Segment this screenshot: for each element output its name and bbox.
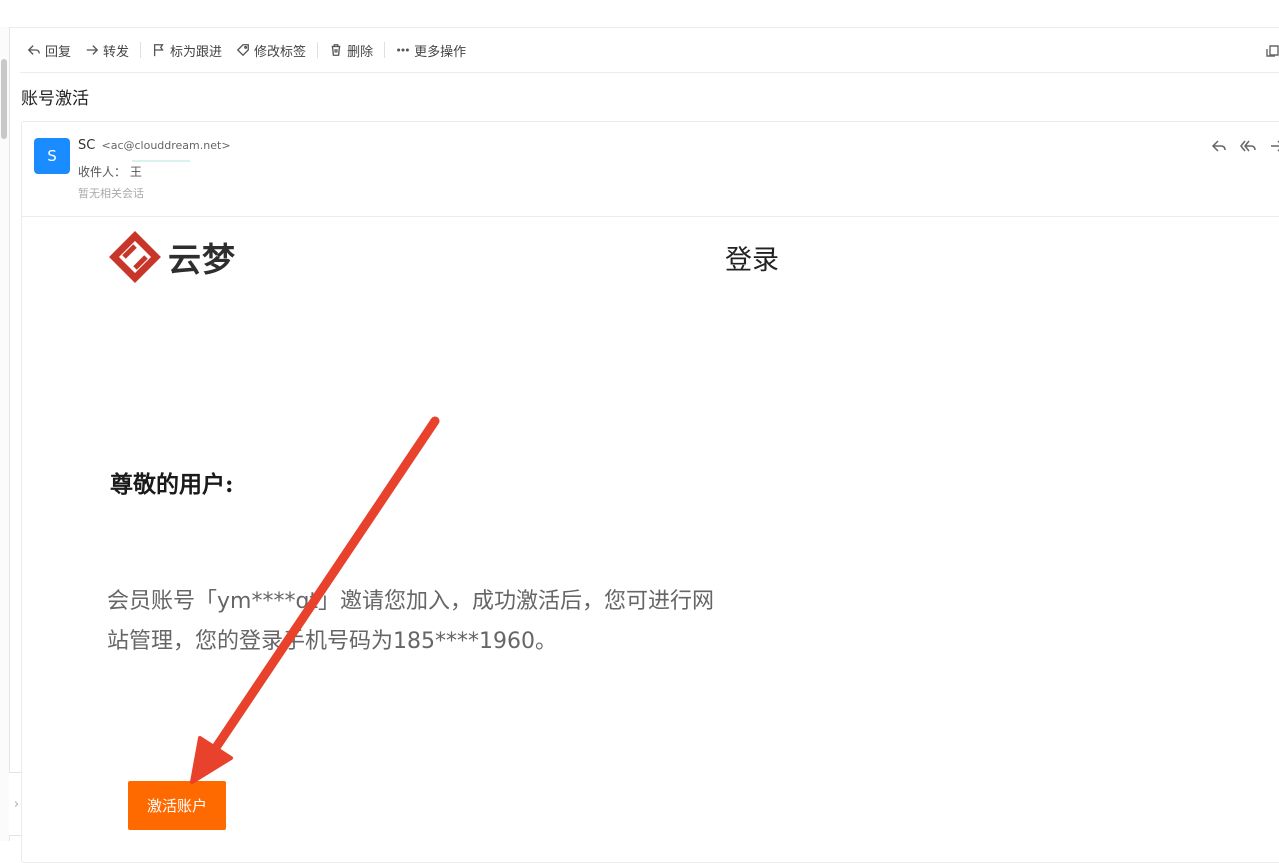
- reply-label: 回复: [45, 41, 71, 60]
- more-actions-button[interactable]: 更多操作: [389, 38, 473, 62]
- forward-action[interactable]: [1268, 137, 1279, 154]
- forward-button[interactable]: 转发: [78, 38, 136, 62]
- clouddream-logo-icon: [108, 230, 162, 284]
- delete-label: 删除: [347, 41, 373, 60]
- tag-icon: [236, 43, 250, 57]
- mail-toolbar: 回复 转发 标为跟进 修改标签 删除 更多操作: [20, 34, 473, 66]
- reply-button[interactable]: 回复: [20, 38, 78, 62]
- invitation-line-2: 站管理，您的登录手机号码为185****1960。: [107, 622, 777, 662]
- chevron-right-icon: ›: [14, 797, 19, 812]
- more-icon: [396, 43, 410, 57]
- edit-tags-button[interactable]: 修改标签: [229, 38, 313, 62]
- toolbar-divider: [140, 42, 141, 58]
- reply-icon: [27, 43, 41, 57]
- forward-icon: [85, 43, 99, 57]
- toolbar-divider: [317, 42, 318, 58]
- left-scroll-rail[interactable]: [0, 27, 10, 841]
- recipient-highlight: [132, 160, 190, 162]
- sender-address[interactable]: <ac@clouddream.net>: [101, 139, 230, 152]
- mail-subject: 账号激活: [21, 84, 89, 109]
- recipient-line: 收件人： 王: [78, 163, 142, 180]
- brand-logo: 云梦: [108, 230, 236, 284]
- toolbar-divider: [384, 42, 385, 58]
- trash-icon: [329, 43, 343, 57]
- invitation-message: 会员账号「ym****qt」邀请您加入，成功激活后，您可进行网 站管理，您的登录…: [107, 582, 777, 662]
- toolbar-divider-line: [20, 72, 1279, 73]
- sender-name[interactable]: SC: [78, 138, 95, 153]
- flag-icon: [152, 43, 166, 57]
- popout-button[interactable]: [1266, 42, 1279, 56]
- forward-label: 转发: [103, 41, 129, 60]
- reply-icon: [1211, 138, 1227, 154]
- related-conversations: 暂无相关会话: [78, 185, 144, 201]
- reply-all-icon: [1240, 138, 1256, 154]
- edit-tags-label: 修改标签: [254, 41, 306, 60]
- popout-icon: [1266, 43, 1279, 57]
- delete-button[interactable]: 删除: [322, 38, 380, 62]
- recipient-label: 收件人：: [78, 165, 126, 179]
- header-divider: [22, 216, 1279, 217]
- avatar[interactable]: S: [34, 138, 70, 174]
- more-actions-label: 更多操作: [414, 41, 466, 60]
- login-link[interactable]: 登录: [725, 238, 779, 277]
- reply-all-action[interactable]: [1239, 137, 1256, 154]
- message-actions: [1210, 137, 1279, 154]
- flag-button[interactable]: 标为跟进: [145, 38, 229, 62]
- recipient-value[interactable]: 王: [130, 165, 142, 179]
- invitation-line-1: 会员账号「ym****qt」邀请您加入，成功激活后，您可进行网: [107, 582, 777, 622]
- logo-text: 云梦: [168, 233, 236, 281]
- scrollbar-thumb[interactable]: [1, 59, 7, 139]
- forward-icon: [1269, 138, 1279, 154]
- greeting: 尊敬的用户:: [110, 465, 234, 499]
- flag-label: 标为跟进: [170, 41, 222, 60]
- reply-action[interactable]: [1210, 137, 1227, 154]
- top-strip: [0, 0, 1279, 28]
- activate-account-button[interactable]: 激活账户: [128, 781, 226, 830]
- sender-line: SC <ac@clouddream.net>: [78, 138, 231, 153]
